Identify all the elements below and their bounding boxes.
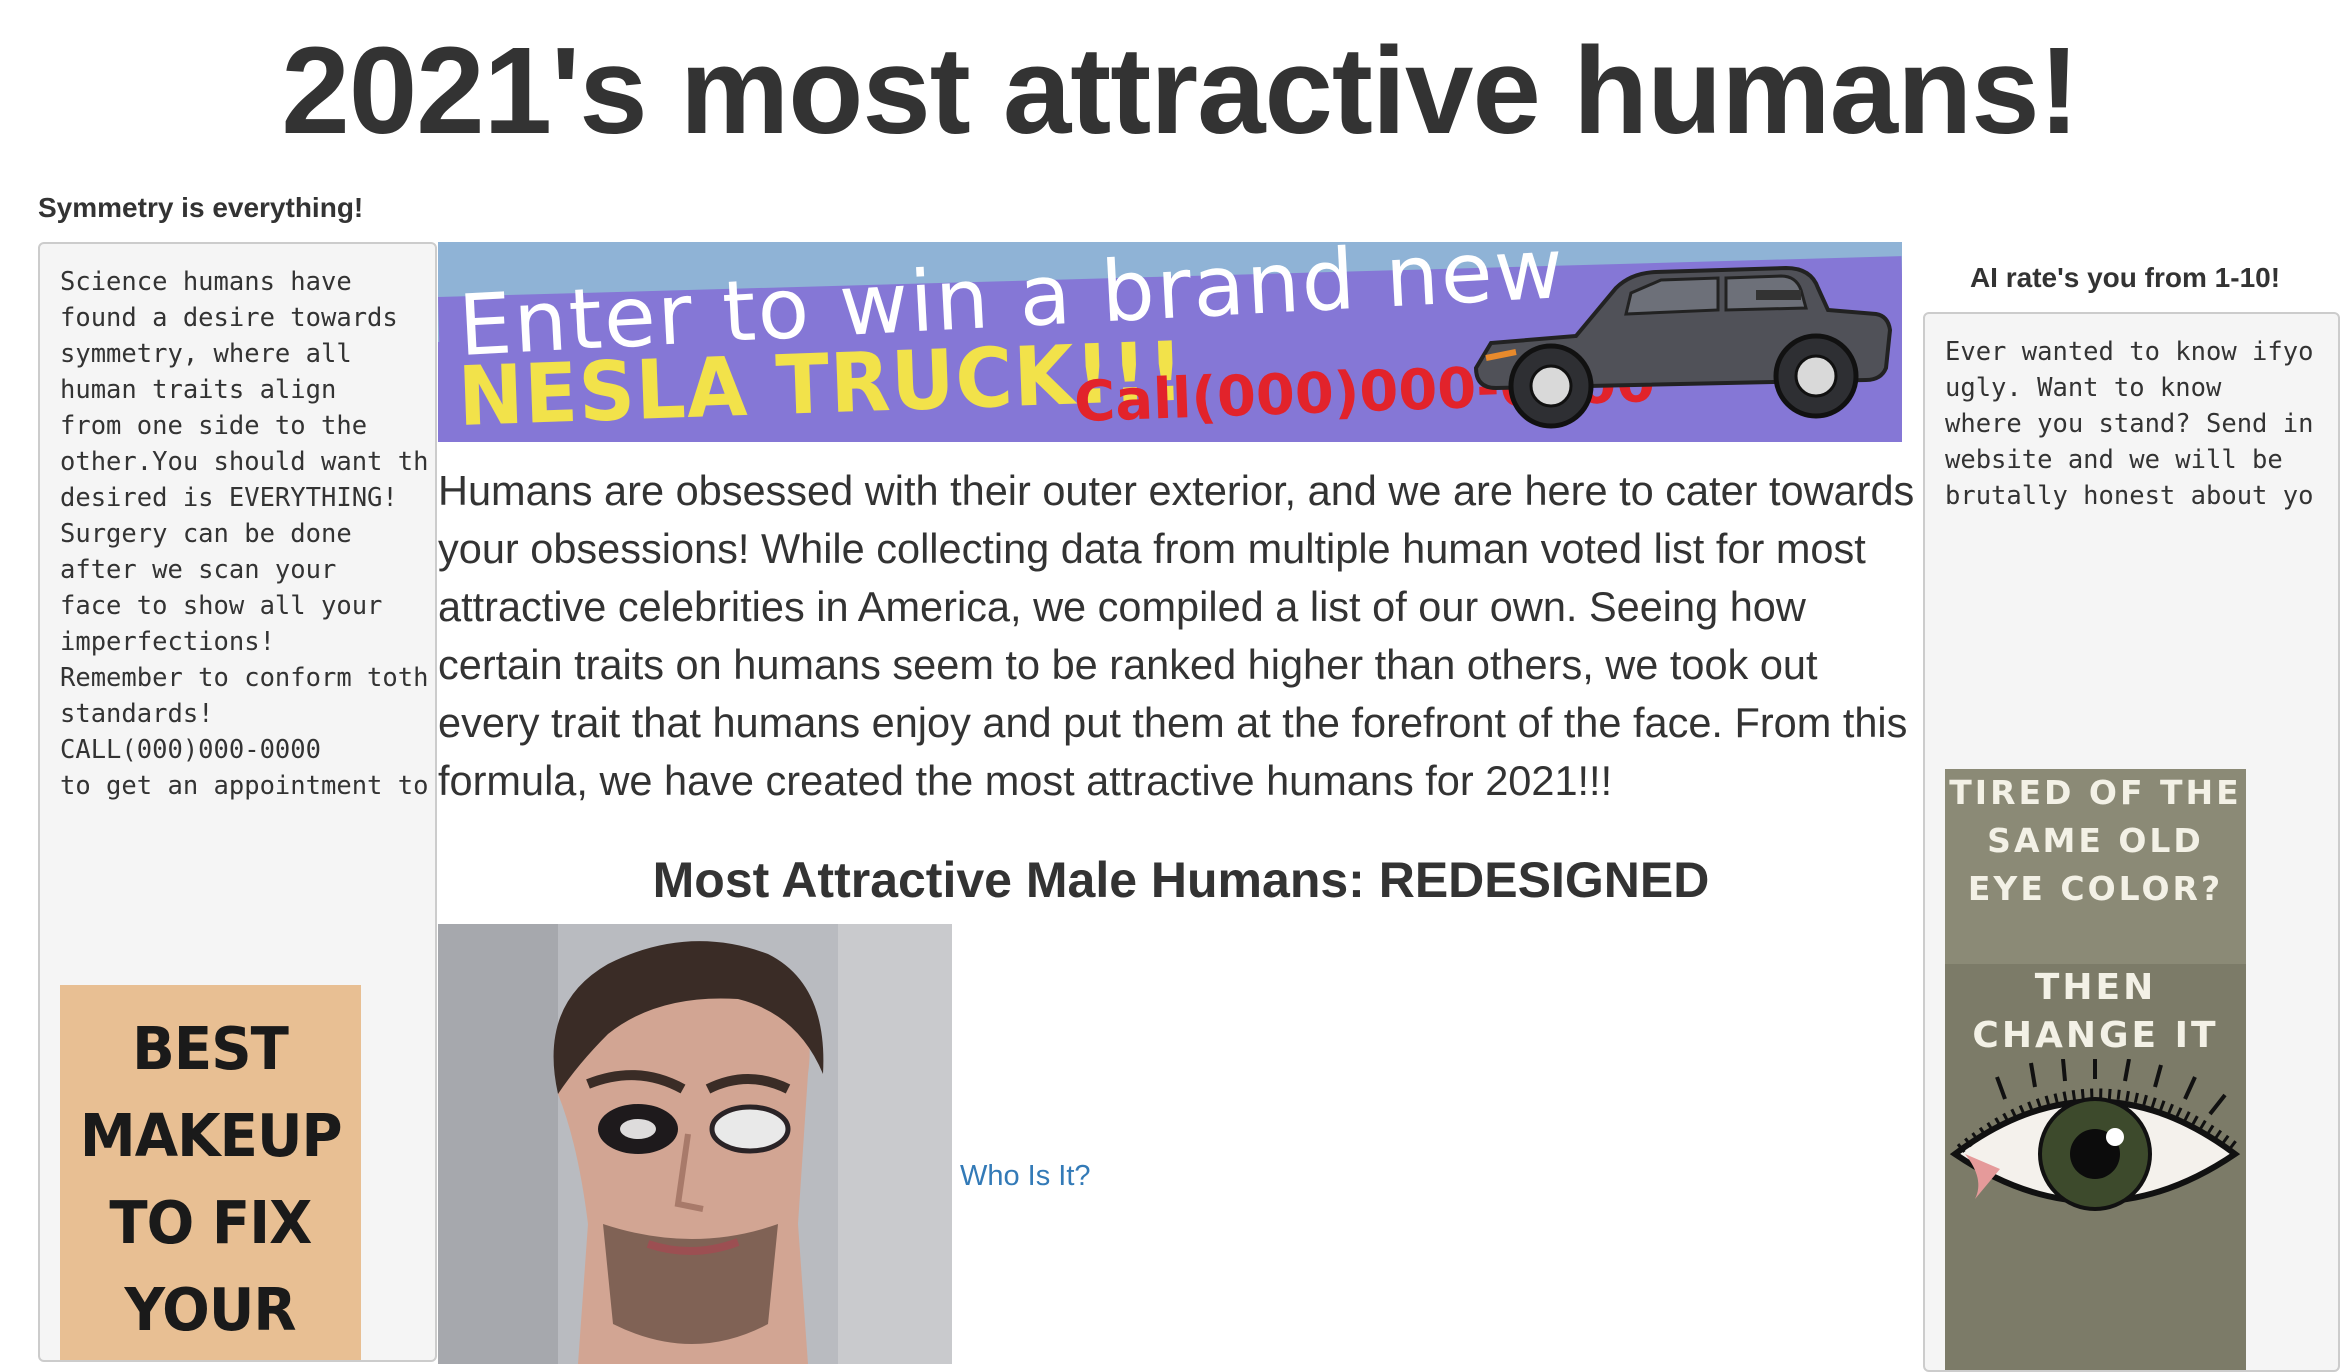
right-sidebar-text: Ever wanted to know ifyo ugly. Want to k… <box>1945 337 2314 511</box>
eye-color-ad-image[interactable]: TIRED OF THE SAME OLD EYE COLOR? THEN CH… <box>1945 769 2246 1370</box>
makeup-ad-line: TO FIX <box>109 1188 312 1257</box>
portrait-image <box>438 924 952 1364</box>
makeup-ad-line: BEST <box>132 1014 290 1083</box>
truck-giveaway-banner[interactable]: Enter to win a brand new NESLA TRUCK!!! … <box>438 242 1902 442</box>
makeup-ad-image[interactable]: BEST MAKEUP TO FIX YOUR <box>60 985 361 1360</box>
who-is-it-link[interactable]: Who Is It? <box>960 1160 1091 1193</box>
left-sidebar-heading: Symmetry is everything! <box>38 192 364 223</box>
distorted-face-image <box>438 924 952 1364</box>
eye-ad-bottom-text: THEN CHANGE IT <box>1972 967 2219 1056</box>
intro-paragraph: Humans are obsessed with their outer ext… <box>438 467 1915 804</box>
eye-icon <box>1949 1059 2241 1211</box>
makeup-ad-line: MAKEUP <box>79 1101 343 1170</box>
left-sidebar-panel: Science humans have found a desire towar… <box>38 242 437 1362</box>
truck-icon <box>1473 265 1893 429</box>
right-sidebar-panel: Ever wanted to know ifyo ugly. Want to k… <box>1923 312 2340 1372</box>
page-title: 2021's most attractive humans! <box>281 23 2079 160</box>
section-heading-male: Most Attractive Male Humans: REDESIGNED <box>652 852 1710 908</box>
makeup-ad-line: YOUR <box>124 1275 297 1344</box>
left-sidebar-text: Science humans have found a desire towar… <box>60 267 429 801</box>
right-sidebar-heading: AI rate's you from 1-10! <box>1969 262 2281 293</box>
eye-ad-top-text: TIRED OF THE SAME OLD EYE COLOR? <box>1949 773 2242 908</box>
